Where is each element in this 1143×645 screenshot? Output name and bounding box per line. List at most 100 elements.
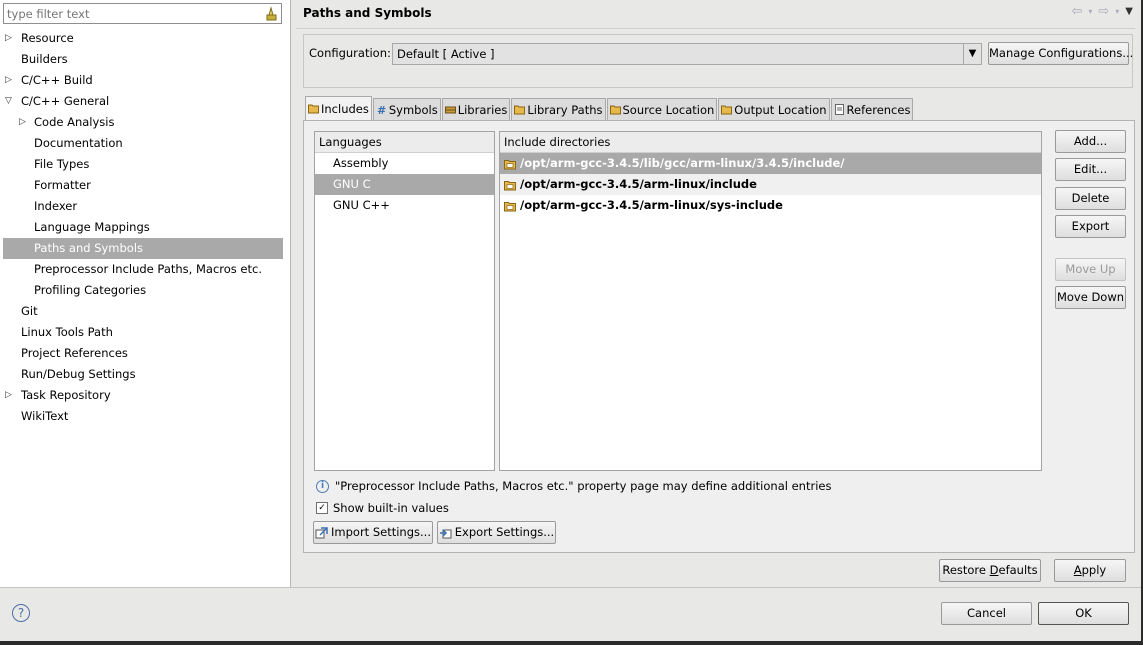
forward-menu-icon[interactable]: ▾ xyxy=(1115,7,1119,16)
help-icon[interactable]: ? xyxy=(12,604,30,622)
tree-item[interactable]: ▷ Resource xyxy=(0,28,291,49)
tree-item[interactable]: Project References xyxy=(0,343,291,364)
footer-separator xyxy=(0,587,1141,588)
restore-defaults-mnemonic: D xyxy=(989,563,999,577)
languages-column-header[interactable]: Languages xyxy=(315,132,494,153)
tree-item-label: Preprocessor Include Paths, Macros etc. xyxy=(34,262,262,276)
tab-source-location[interactable]: Source Location xyxy=(606,98,718,120)
languages-list[interactable]: Languages Assembly GNU C GNU C++ xyxy=(314,131,495,471)
move-up-button[interactable]: Move Up xyxy=(1055,258,1126,281)
language-item[interactable]: Assembly xyxy=(315,153,494,174)
back-arrow-icon[interactable]: ⇦ xyxy=(1071,4,1082,19)
edit-button[interactable]: Edit... xyxy=(1055,158,1126,181)
tree-item[interactable]: Indexer xyxy=(0,196,291,217)
tree-item[interactable]: ▷ C/C++ Build xyxy=(0,70,291,91)
import-settings-button[interactable]: Import Settings... xyxy=(313,521,433,544)
include-directory-item[interactable]: /opt/arm-gcc-3.4.5/arm-linux/include xyxy=(500,174,1041,195)
include-directories-list[interactable]: Include directories /opt/arm-gcc-3.4.5/l… xyxy=(499,131,1042,471)
language-item[interactable]: GNU C++ xyxy=(315,195,494,216)
tab-includes[interactable]: Includes xyxy=(305,96,372,120)
tab-library-paths[interactable]: Library Paths xyxy=(511,98,606,120)
tree-item-label: C/C++ General xyxy=(21,94,110,108)
tree-item[interactable]: Profiling Categories xyxy=(0,280,291,301)
tree-item[interactable]: File Types xyxy=(0,154,291,175)
clear-filter-icon[interactable] xyxy=(264,6,278,21)
tree-item[interactable]: Paths and Symbols xyxy=(3,238,283,259)
include-directory-item[interactable]: /opt/arm-gcc-3.4.5/lib/gcc/arm-linux/3.4… xyxy=(500,153,1041,174)
import-settings-icon xyxy=(315,526,328,538)
filter-box[interactable] xyxy=(3,3,282,24)
tree-item[interactable]: Language Mappings xyxy=(0,217,291,238)
tab-symbols[interactable]: # Symbols xyxy=(372,98,441,120)
tab-output-location[interactable]: Output Location xyxy=(718,98,830,120)
collapsed-arrow-icon[interactable]: ▷ xyxy=(19,112,26,133)
include-directories-column-header[interactable]: Include directories xyxy=(500,132,1041,153)
include-folder-icon xyxy=(504,201,516,211)
view-menu-icon[interactable]: ▼ xyxy=(1125,6,1133,17)
tree-item[interactable]: WikiText xyxy=(0,406,291,427)
tree-item[interactable]: Run/Debug Settings xyxy=(0,364,291,385)
delete-button[interactable]: Delete xyxy=(1055,187,1126,210)
collapsed-arrow-icon[interactable]: ▷ xyxy=(5,385,12,406)
tree-item[interactable]: ▷ Task Repository xyxy=(0,385,291,406)
filter-input[interactable] xyxy=(4,4,254,23)
export-settings-button[interactable]: Export Settings... xyxy=(437,521,556,544)
tree-item[interactable]: Linux Tools Path xyxy=(0,322,291,343)
collapsed-arrow-icon[interactable]: ▷ xyxy=(5,70,12,91)
tree-item[interactable]: Git xyxy=(0,301,291,322)
include-directory-path: /opt/arm-gcc-3.4.5/arm-linux/sys-include xyxy=(520,198,783,212)
title-separator xyxy=(296,28,1135,29)
tree-item-label: Task Repository xyxy=(21,388,111,402)
checkbox-check-icon[interactable]: ✓ xyxy=(316,502,328,514)
add-button[interactable]: Add... xyxy=(1055,130,1126,153)
chevron-down-icon[interactable]: ▼ xyxy=(963,44,981,64)
tree-item-label: C/C++ Build xyxy=(21,73,93,87)
library-paths-icon xyxy=(514,105,526,115)
tree-item[interactable]: ▽ C/C++ General xyxy=(0,91,291,112)
svg-text:#: # xyxy=(377,104,386,115)
property-page: Paths and Symbols ⇦ ▾ ⇨ ▾ ▼ Configuratio… xyxy=(292,0,1141,587)
tree-item-label: Code Analysis xyxy=(34,115,115,129)
tab-label: Includes xyxy=(321,101,369,116)
page-navigation: ⇦ ▾ ⇨ ▾ ▼ xyxy=(1071,4,1133,19)
tree-item-label: Profiling Categories xyxy=(34,283,147,297)
tree-item[interactable]: Documentation xyxy=(0,133,291,154)
configuration-select[interactable]: Default [ Active ] ▼ xyxy=(392,43,982,65)
cancel-button[interactable]: Cancel xyxy=(941,602,1032,625)
restore-defaults-button[interactable]: Restore Defaults xyxy=(939,559,1041,582)
move-down-button[interactable]: Move Down xyxy=(1055,286,1126,309)
tree-item-label: Formatter xyxy=(34,178,91,192)
info-text: "Preprocessor Include Paths, Macros etc.… xyxy=(335,479,832,493)
collapsed-arrow-icon[interactable]: ▷ xyxy=(5,28,12,49)
tree-item-label: Resource xyxy=(21,31,74,45)
forward-arrow-icon[interactable]: ⇨ xyxy=(1098,4,1109,19)
tab-label: Source Location xyxy=(622,102,715,117)
configuration-group: Configuration: Default [ Active ] ▼ Mana… xyxy=(303,34,1133,88)
tree-item[interactable]: Preprocessor Include Paths, Macros etc. xyxy=(0,259,291,280)
tree-item[interactable]: ▷ Code Analysis xyxy=(0,112,291,133)
restore-defaults-label-start: Restore xyxy=(942,563,990,577)
references-icon xyxy=(834,104,844,115)
language-item[interactable]: GNU C xyxy=(315,174,494,195)
tab-label: Symbols xyxy=(388,102,438,117)
includes-icon xyxy=(308,104,319,114)
tree-item-label: Indexer xyxy=(34,199,78,213)
tab-libraries[interactable]: Libraries xyxy=(441,98,511,120)
back-menu-icon[interactable]: ▾ xyxy=(1088,7,1092,16)
tree-item-label: Project References xyxy=(21,346,128,360)
export-button[interactable]: Export xyxy=(1055,215,1126,238)
tree-item[interactable]: Formatter xyxy=(0,175,291,196)
manage-configurations-button[interactable]: Manage Configurations... xyxy=(988,42,1133,65)
apply-button[interactable]: Apply xyxy=(1054,559,1126,582)
include-directory-item[interactable]: /opt/arm-gcc-3.4.5/arm-linux/sys-include xyxy=(500,195,1041,216)
expanded-arrow-icon[interactable]: ▽ xyxy=(5,91,12,112)
show-built-in-values-checkbox[interactable]: ✓ Show built-in values xyxy=(316,501,449,515)
configuration-value: Default [ Active ] xyxy=(397,47,495,61)
tree-item-label: Paths and Symbols xyxy=(34,241,144,255)
tab-references[interactable]: References xyxy=(830,98,914,120)
tab-strip: Includes # Symbols Libraries Library Paths So… xyxy=(305,96,914,120)
tree-item[interactable]: Builders xyxy=(0,49,291,70)
ok-button[interactable]: OK xyxy=(1038,602,1129,625)
tree-item-label: Documentation xyxy=(34,136,123,150)
info-icon: i xyxy=(316,479,329,493)
